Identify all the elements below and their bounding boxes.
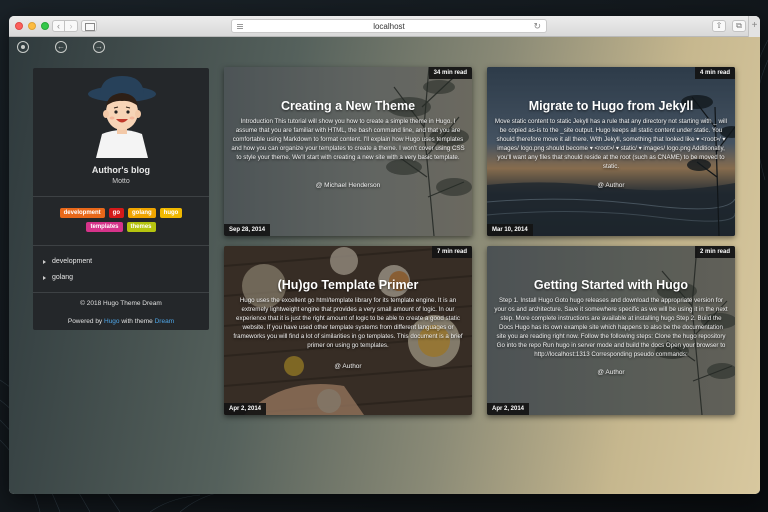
blog-motto: Motto	[112, 178, 130, 185]
category-label: golang	[52, 274, 74, 281]
category-golang[interactable]: golang	[43, 274, 92, 281]
post-excerpt: Hugo uses the excellent go html/template…	[233, 297, 463, 349]
close-window-button[interactable]	[15, 22, 23, 30]
author-sidebar: Author's blog Motto development go golan…	[33, 68, 209, 330]
share-button[interactable]: ⇧	[712, 20, 726, 32]
post-title[interactable]: Migrate to Hugo from Jekyll	[487, 99, 735, 113]
post-excerpt: Step 1. Install Hugo Goto hugo releases …	[494, 297, 728, 358]
post-date: Apr 2, 2014	[487, 403, 530, 415]
post-author: @ Author	[597, 182, 625, 189]
category-development[interactable]: development	[43, 258, 92, 265]
tag-hugo[interactable]: hugo	[159, 208, 183, 218]
zoom-window-button[interactable]	[41, 22, 49, 30]
post-card[interactable]: 4 min read Migrate to Hugo from Jekyll M…	[487, 67, 735, 236]
show-tabs-button[interactable]: ⧉	[732, 20, 746, 32]
post-author: @ Author	[597, 369, 625, 376]
caret-right-icon	[43, 275, 46, 280]
post-author: @ Author	[334, 363, 362, 370]
tag-development[interactable]: development	[59, 208, 105, 218]
read-time-badge: 4 min read	[694, 67, 735, 79]
reload-icon[interactable]: ↻	[533, 20, 541, 33]
post-date: Apr 2, 2014	[224, 403, 267, 415]
caret-right-icon	[43, 259, 46, 264]
post-excerpt: Move static content to static Jekyll has…	[494, 118, 728, 170]
tag-golang[interactable]: golang	[128, 208, 156, 218]
address-text: localhost	[373, 22, 405, 31]
read-time-badge: 2 min read	[694, 246, 735, 258]
tag-themes[interactable]: themes	[126, 222, 156, 232]
divider	[33, 292, 209, 293]
post-date: Mar 10, 2014	[487, 224, 533, 236]
post-card[interactable]: 2 min read Getting Started with Hugo Ste…	[487, 246, 735, 415]
tag-templates[interactable]: templates	[86, 222, 123, 232]
browser-back-button[interactable]: ‹	[52, 20, 65, 32]
tag-go[interactable]: go	[108, 208, 124, 218]
page-top-nav: ← →	[17, 41, 105, 53]
page-content: ← → Author's blog Motto development go g…	[9, 37, 760, 494]
browser-window: ‹ › localhost ↻ ⇧ ⧉ + ← → Author's blog …	[9, 16, 760, 494]
blog-title[interactable]: Author's blog	[33, 165, 209, 175]
reader-icon[interactable]	[237, 24, 243, 29]
forward-arrow-icon[interactable]: →	[93, 41, 105, 53]
powered-middle: with theme	[121, 318, 153, 325]
post-author: @ Michael Henderson	[315, 182, 381, 189]
browser-toolbar: ‹ › localhost ↻ ⇧ ⧉ +	[9, 16, 760, 37]
post-date: Sep 28, 2014	[224, 224, 271, 236]
minimize-window-button[interactable]	[28, 22, 36, 30]
post-card[interactable]: 34 min read Creating a New Theme Introdu…	[224, 67, 472, 236]
dream-theme-link[interactable]: Dream	[155, 318, 175, 325]
sidebar-toggle-icon[interactable]	[81, 20, 97, 32]
read-time-badge: 34 min read	[428, 67, 472, 79]
powered-prefix: Powered by	[67, 318, 103, 325]
post-card[interactable]: 7 min read (Hu)go Template Primer Hugo u…	[224, 246, 472, 415]
address-bar[interactable]: localhost ↻	[231, 19, 547, 33]
author-avatar	[88, 76, 156, 158]
home-dot-icon[interactable]	[17, 41, 29, 53]
category-label: development	[52, 258, 93, 265]
powered-by-text: Powered by Hugo with theme Dream	[33, 318, 209, 325]
post-title[interactable]: Getting Started with Hugo	[487, 278, 735, 292]
browser-forward-button[interactable]: ›	[65, 20, 78, 32]
category-list: development golang	[43, 258, 92, 290]
post-title[interactable]: Creating a New Theme	[224, 99, 472, 113]
post-excerpt: Introduction This tutorial will show you…	[231, 118, 465, 161]
new-tab-button[interactable]: +	[748, 16, 760, 37]
hugo-link[interactable]: Hugo	[104, 318, 120, 325]
back-arrow-icon[interactable]: ←	[55, 41, 67, 53]
copyright-text: © 2018 Hugo Theme Dream	[80, 300, 162, 307]
divider	[33, 196, 209, 197]
read-time-badge: 7 min read	[431, 246, 472, 258]
tag-list: development go golang hugo templates the…	[41, 208, 201, 232]
divider	[33, 245, 209, 246]
post-title[interactable]: (Hu)go Template Primer	[224, 278, 472, 292]
